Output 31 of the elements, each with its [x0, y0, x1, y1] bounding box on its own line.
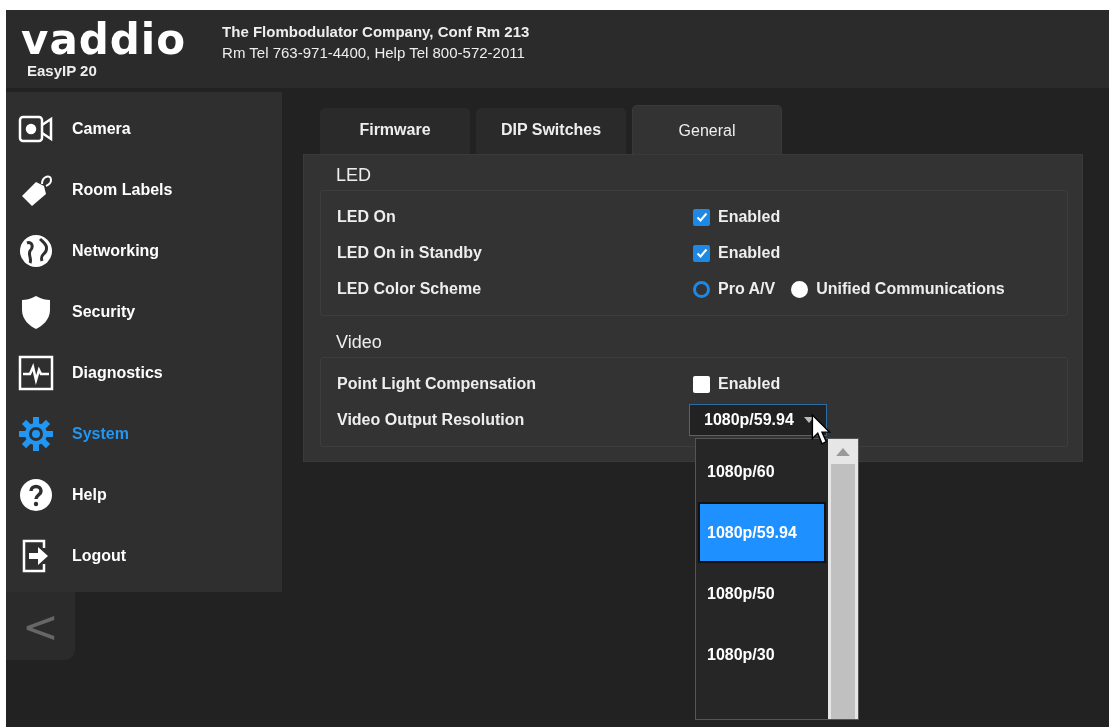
company-name: The Flombodulator Company, Conf Rm 213 [222, 23, 530, 40]
sidebar-item[interactable]: Diagnostics [6, 342, 282, 403]
sidebar-item[interactable]: Room Labels [6, 159, 282, 220]
sidebar-item[interactable]: Security [6, 281, 282, 342]
setting-label: LED On in Standby [337, 244, 483, 262]
checkbox-label: Enabled [718, 208, 781, 226]
setting-label: Point Light Compensation [337, 375, 538, 393]
sidebar-item[interactable]: Camera [6, 98, 282, 159]
sidebar-item[interactable]: Logout [6, 525, 282, 586]
resolution-dropdown[interactable]: 1080p/59.94 [689, 404, 827, 436]
dropdown-option[interactable]: 1080p/60 [698, 441, 826, 502]
product-name: EasyIP 20 [27, 61, 98, 79]
tab[interactable]: Firmware [320, 108, 470, 154]
section-title: Video [336, 332, 383, 353]
checkbox-label: Enabled [718, 244, 781, 262]
dropdown-option[interactable]: 1080p/50 [698, 563, 826, 624]
tab[interactable]: General [632, 105, 782, 154]
radio-label: Unified Communications [816, 280, 1005, 298]
setting-label: Video Output Resolution [337, 411, 526, 429]
setting-label: LED Color Scheme [337, 280, 483, 298]
sidebar-item[interactable]: Networking [6, 220, 282, 281]
sidebar-item[interactable]: Help [6, 464, 282, 525]
radio-label: Pro A/V [718, 280, 776, 298]
dropdown-option[interactable]: 1080p/30 [698, 624, 826, 685]
section-title: LED [336, 165, 372, 186]
setting-label: LED On [337, 208, 397, 226]
logo: vaddio [21, 21, 187, 58]
tab[interactable]: DIP Switches [476, 108, 626, 154]
phone-info: Rm Tel 763-971-4400, Help Tel 800-572-2011 [222, 44, 526, 61]
checkbox-label: Enabled [718, 375, 781, 393]
sidebar-item[interactable]: System [6, 403, 282, 464]
